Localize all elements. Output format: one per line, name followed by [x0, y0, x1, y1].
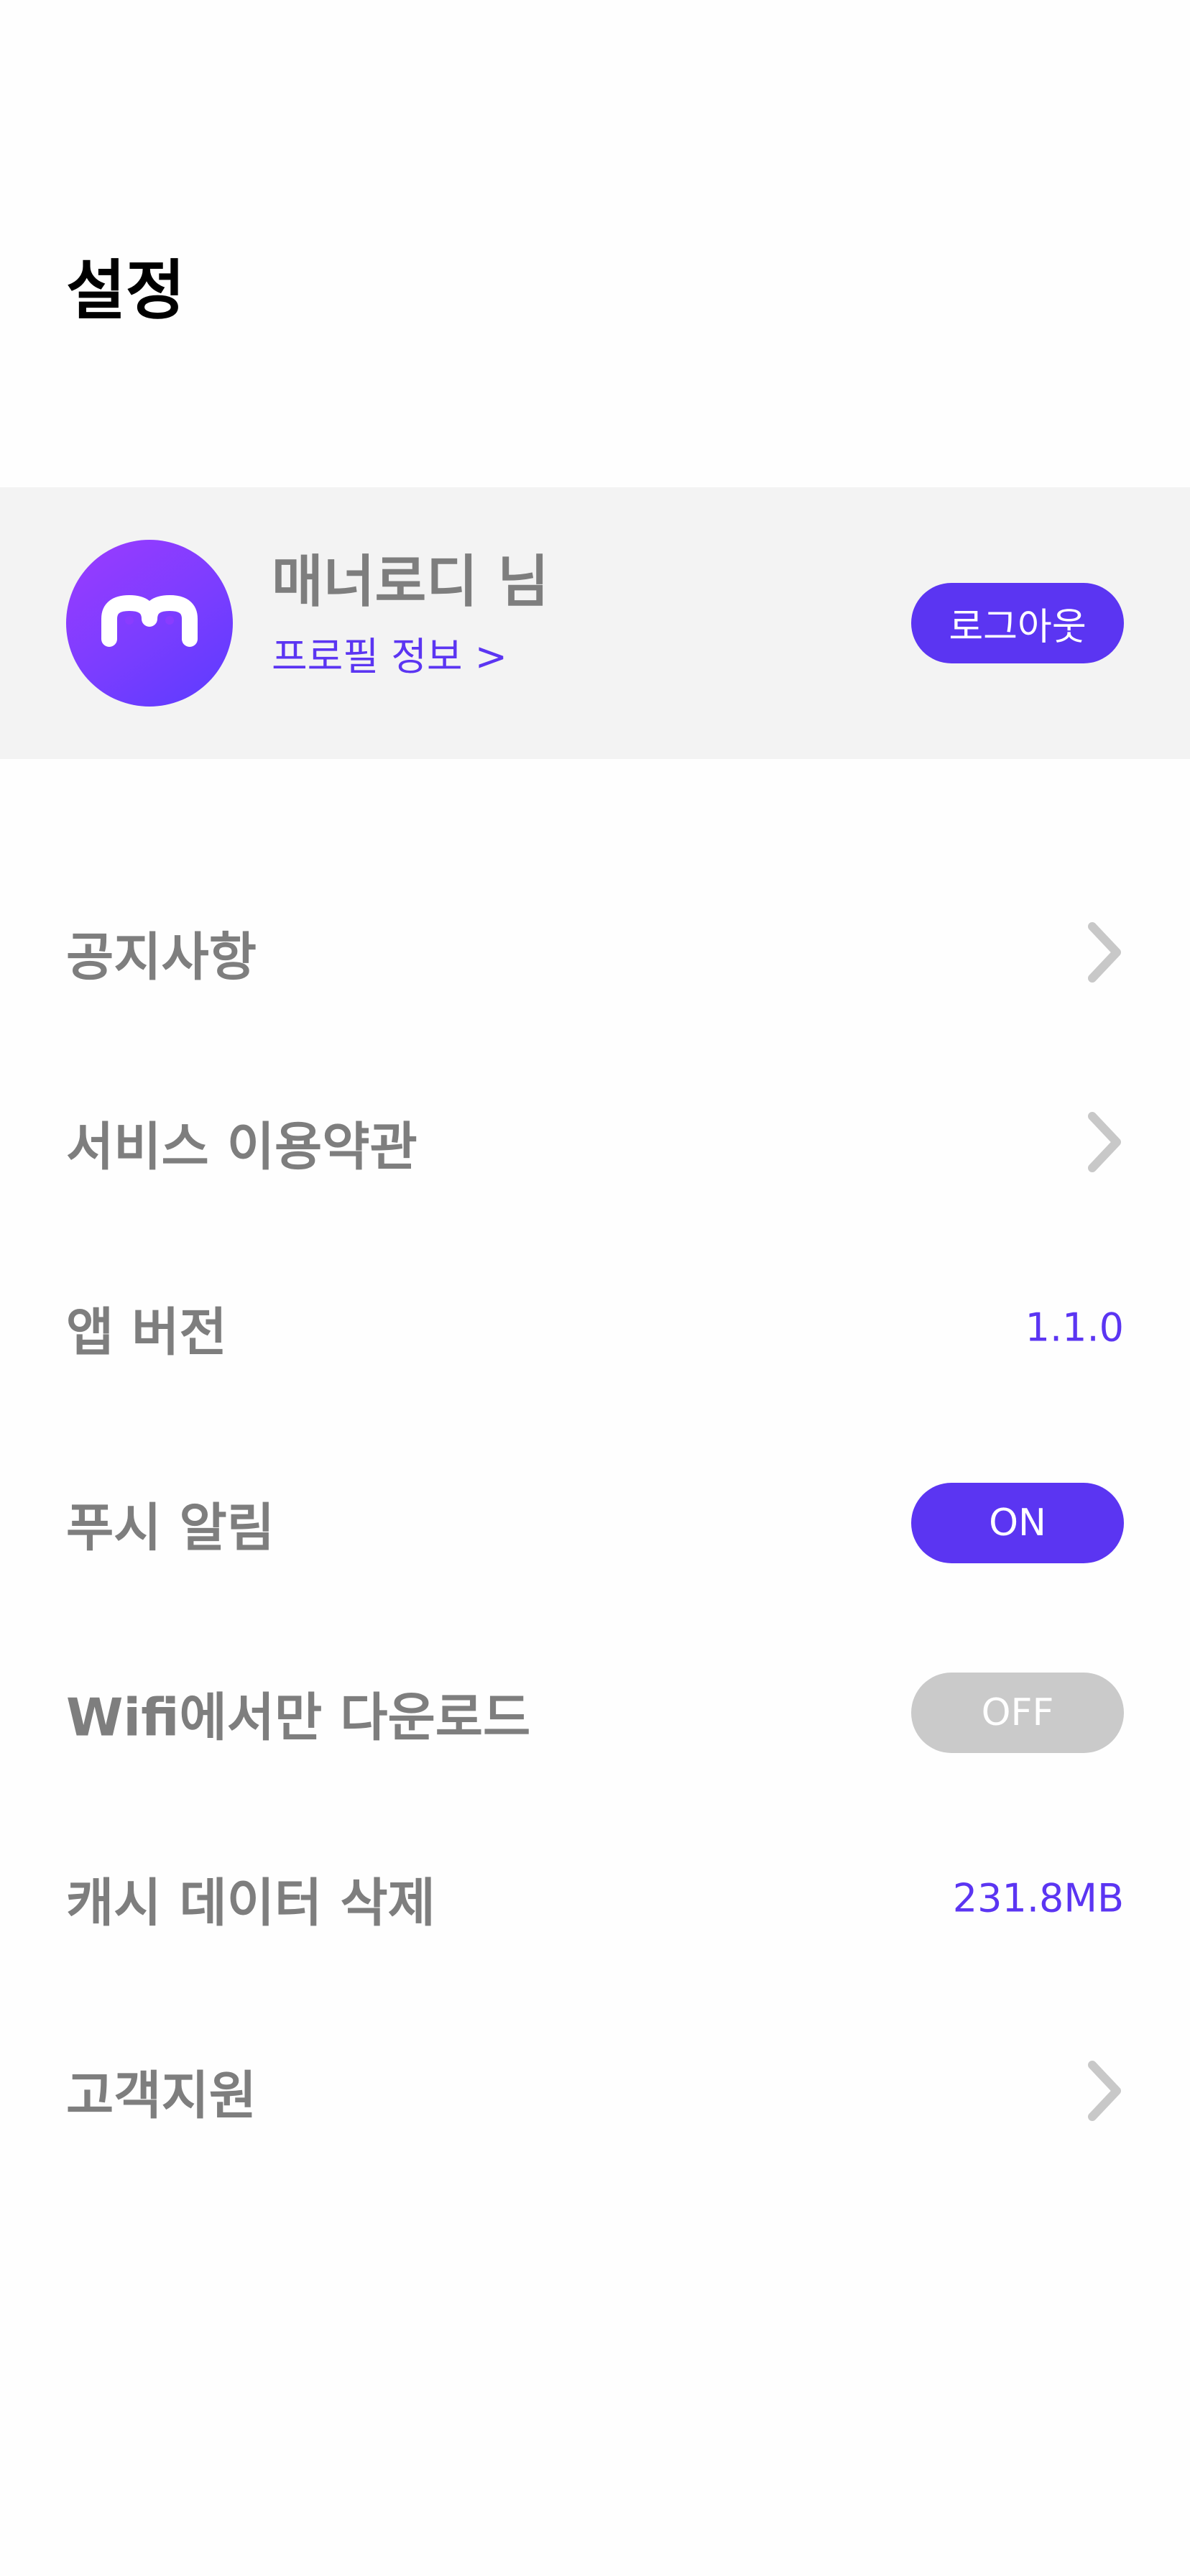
profile-card: 매너로디 님 프로필 정보 > 로그아웃: [0, 487, 1190, 759]
chevron-right-icon: [1088, 922, 1121, 983]
chevron-right-icon: [1088, 2061, 1121, 2121]
settings-item-label: 공지사항: [66, 926, 257, 988]
settings-item-wifi-only: Wifi에서만 다운로드 OFF: [0, 1655, 1190, 1770]
wifi-only-toggle[interactable]: OFF: [911, 1673, 1124, 1753]
app-version-value: 1.1.0: [1025, 1305, 1124, 1351]
m-logo-icon: [101, 595, 198, 647]
settings-item-label: 푸시 알림: [66, 1497, 275, 1558]
profile-info-link[interactable]: 프로필 정보 >: [272, 635, 507, 678]
cache-size-value: 231.8MB: [952, 1875, 1124, 1921]
settings-item-cache[interactable]: 캐시 데이터 삭제 231.8MB: [0, 1841, 1190, 1956]
settings-item-notice[interactable]: 공지사항: [0, 895, 1190, 1010]
logout-button[interactable]: 로그아웃: [911, 583, 1124, 663]
push-toggle[interactable]: ON: [911, 1483, 1124, 1563]
settings-item-label: Wifi에서만 다운로드: [66, 1687, 531, 1748]
settings-item-label: 캐시 데이터 삭제: [66, 1872, 435, 1933]
avatar[interactable]: [66, 540, 233, 707]
chevron-right-icon: [1088, 1112, 1121, 1172]
settings-screen: 설정 매너로디 님 프로필 정보 > 로그아웃 공지사항 서비스 이용약관 앱 …: [0, 0, 1190, 2576]
settings-item-support[interactable]: 고객지원: [0, 2033, 1190, 2148]
settings-item-label: 고객지원: [66, 2065, 257, 2126]
settings-item-terms[interactable]: 서비스 이용약관: [0, 1085, 1190, 1200]
settings-item-app-version: 앱 버전 1.1.0: [0, 1270, 1190, 1385]
profile-name: 매너로디 님: [272, 550, 549, 615]
settings-item-label: 앱 버전: [66, 1302, 227, 1363]
settings-item-push: 푸시 알림 ON: [0, 1466, 1190, 1581]
page-title: 설정: [66, 253, 185, 328]
settings-item-label: 서비스 이용약관: [66, 1116, 418, 1177]
